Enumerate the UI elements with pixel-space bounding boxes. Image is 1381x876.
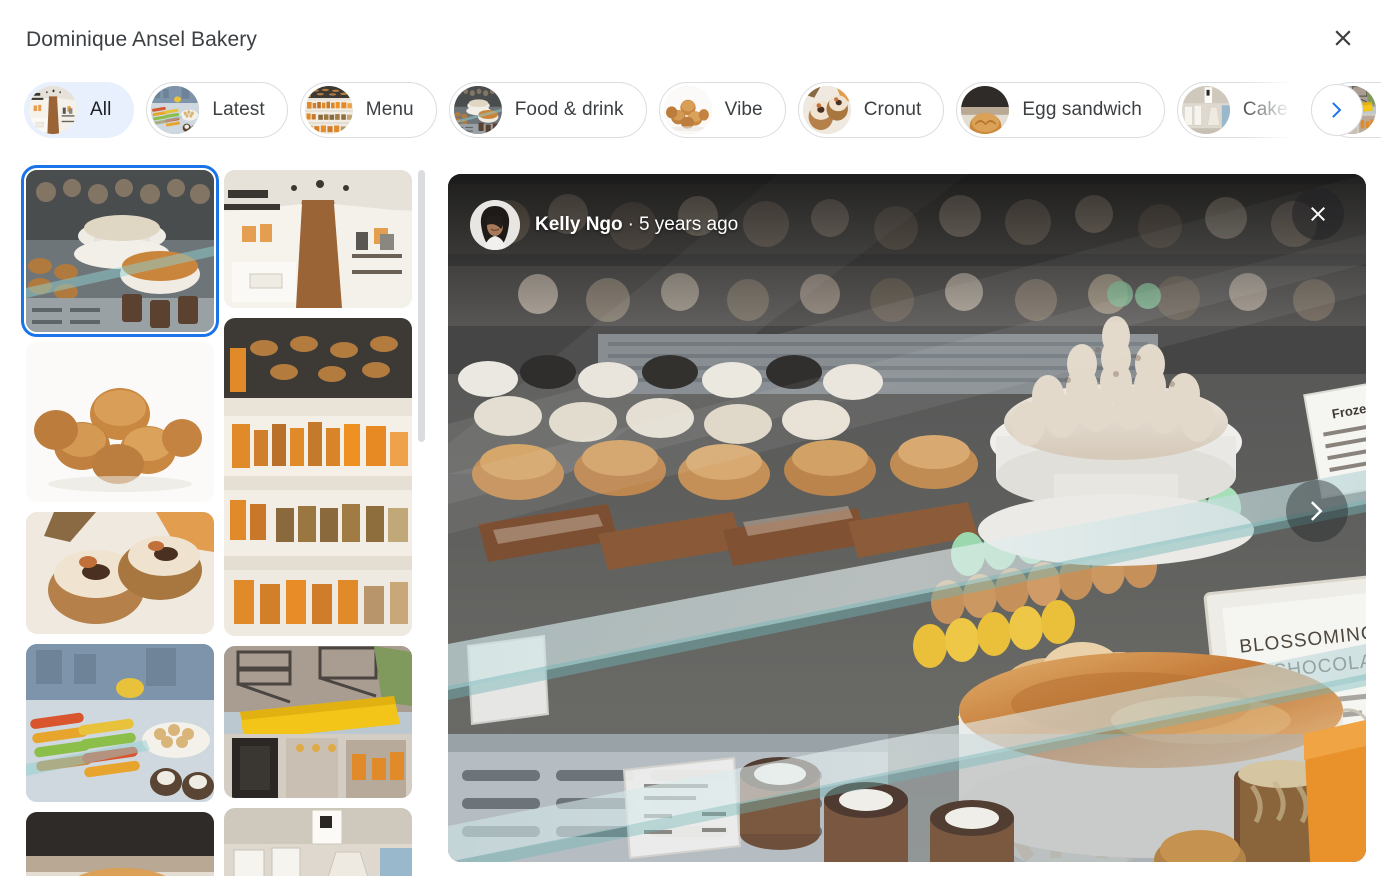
filter-chip-cronut[interactable]: Cronut <box>797 82 945 138</box>
close-icon <box>1311 207 1325 221</box>
gallery-thumbnail[interactable] <box>26 342 214 502</box>
gallery-thumbnail[interactable] <box>224 646 412 798</box>
chevron-right-icon <box>1332 102 1342 118</box>
avatar <box>470 200 520 250</box>
next-photo-button[interactable] <box>1286 480 1348 542</box>
thumbnail-image <box>224 318 412 636</box>
chip-label: Cronut <box>863 99 922 120</box>
chip-thumbnail <box>961 86 1010 134</box>
chip-label: Latest <box>212 99 265 120</box>
chip-thumbnail <box>453 86 502 134</box>
close-icon <box>1335 30 1351 46</box>
thumbnail-image <box>224 646 412 798</box>
chip-thumbnail <box>663 86 712 134</box>
photo-viewer[interactable]: BLOSSOMING HOT CHOCOLATE <box>448 174 1366 862</box>
scrollbar-thumb[interactable] <box>418 170 425 442</box>
photo-timestamp: 5 years ago <box>638 214 739 235</box>
filter-chip-latest[interactable]: Latest <box>146 82 288 138</box>
author-name: Kelly Ngo <box>535 214 623 235</box>
thumbnail-grid[interactable] <box>0 160 432 876</box>
thumbnail-image <box>224 808 412 876</box>
attribution-text: Kelly Ngo · 5 years ago <box>535 214 738 236</box>
thumbnail-image <box>26 812 214 876</box>
gallery-thumbnail[interactable] <box>26 512 214 634</box>
chip-label: Cake <box>1242 99 1288 120</box>
chips-scroll-next-button[interactable] <box>1311 84 1363 136</box>
chip-label: All <box>90 99 112 120</box>
filter-chip-cake[interactable]: Cake <box>1176 82 1311 138</box>
photo-image: BLOSSOMING HOT CHOCOLATE <box>448 174 1366 862</box>
gallery-thumbnail[interactable] <box>26 644 214 802</box>
chip-label: Egg sandwich <box>1022 99 1142 120</box>
gallery-thumbnail[interactable] <box>224 170 412 308</box>
thumbnail-image <box>224 170 412 308</box>
filter-chip-row[interactable]: All Latest Menu Food & drink Vibe Cronut Egg s… <box>0 78 1381 142</box>
gallery-thumbnail[interactable] <box>224 318 412 636</box>
thumbnail-image <box>26 170 214 332</box>
thumbnail-column-right <box>224 170 412 876</box>
chip-label: Vibe <box>724 99 763 120</box>
gallery-thumbnail[interactable] <box>26 812 214 876</box>
close-dialog-button[interactable] <box>1319 14 1367 62</box>
gallery-thumbnail[interactable] <box>224 808 412 876</box>
thumbnail-scrollbar[interactable] <box>418 168 425 868</box>
chevron-right-icon <box>1311 501 1323 521</box>
gallery-thumbnail[interactable] <box>21 165 219 337</box>
chip-thumbnail <box>802 86 851 134</box>
chip-label: Food & drink <box>514 99 624 120</box>
filter-chip-all[interactable]: All <box>24 82 135 138</box>
thumbnail-image <box>26 512 214 634</box>
filter-chip-egg-sandwich[interactable]: Egg sandwich <box>956 82 1165 138</box>
dialog-header: Dominique Ansel Bakery <box>0 0 1381 76</box>
chip-thumbnail <box>1181 86 1230 134</box>
chip-thumbnail <box>151 86 200 134</box>
photo-attribution: Kelly Ngo · 5 years ago <box>470 200 738 250</box>
separator: · <box>627 214 634 235</box>
chip-label: Menu <box>365 99 414 120</box>
filter-chip-menu[interactable]: Menu <box>299 82 437 138</box>
chip-thumbnail <box>304 86 353 134</box>
close-photo-button[interactable] <box>1292 188 1344 240</box>
thumbnail-image <box>26 644 214 802</box>
filter-chip-food-drink[interactable]: Food & drink <box>448 82 647 138</box>
thumbnail-column-left <box>21 165 219 876</box>
thumbnail-image <box>26 342 214 502</box>
chip-thumbnail <box>29 86 77 134</box>
filter-chip-vibe[interactable]: Vibe <box>658 82 786 138</box>
page-title: Dominique Ansel Bakery <box>26 28 257 51</box>
